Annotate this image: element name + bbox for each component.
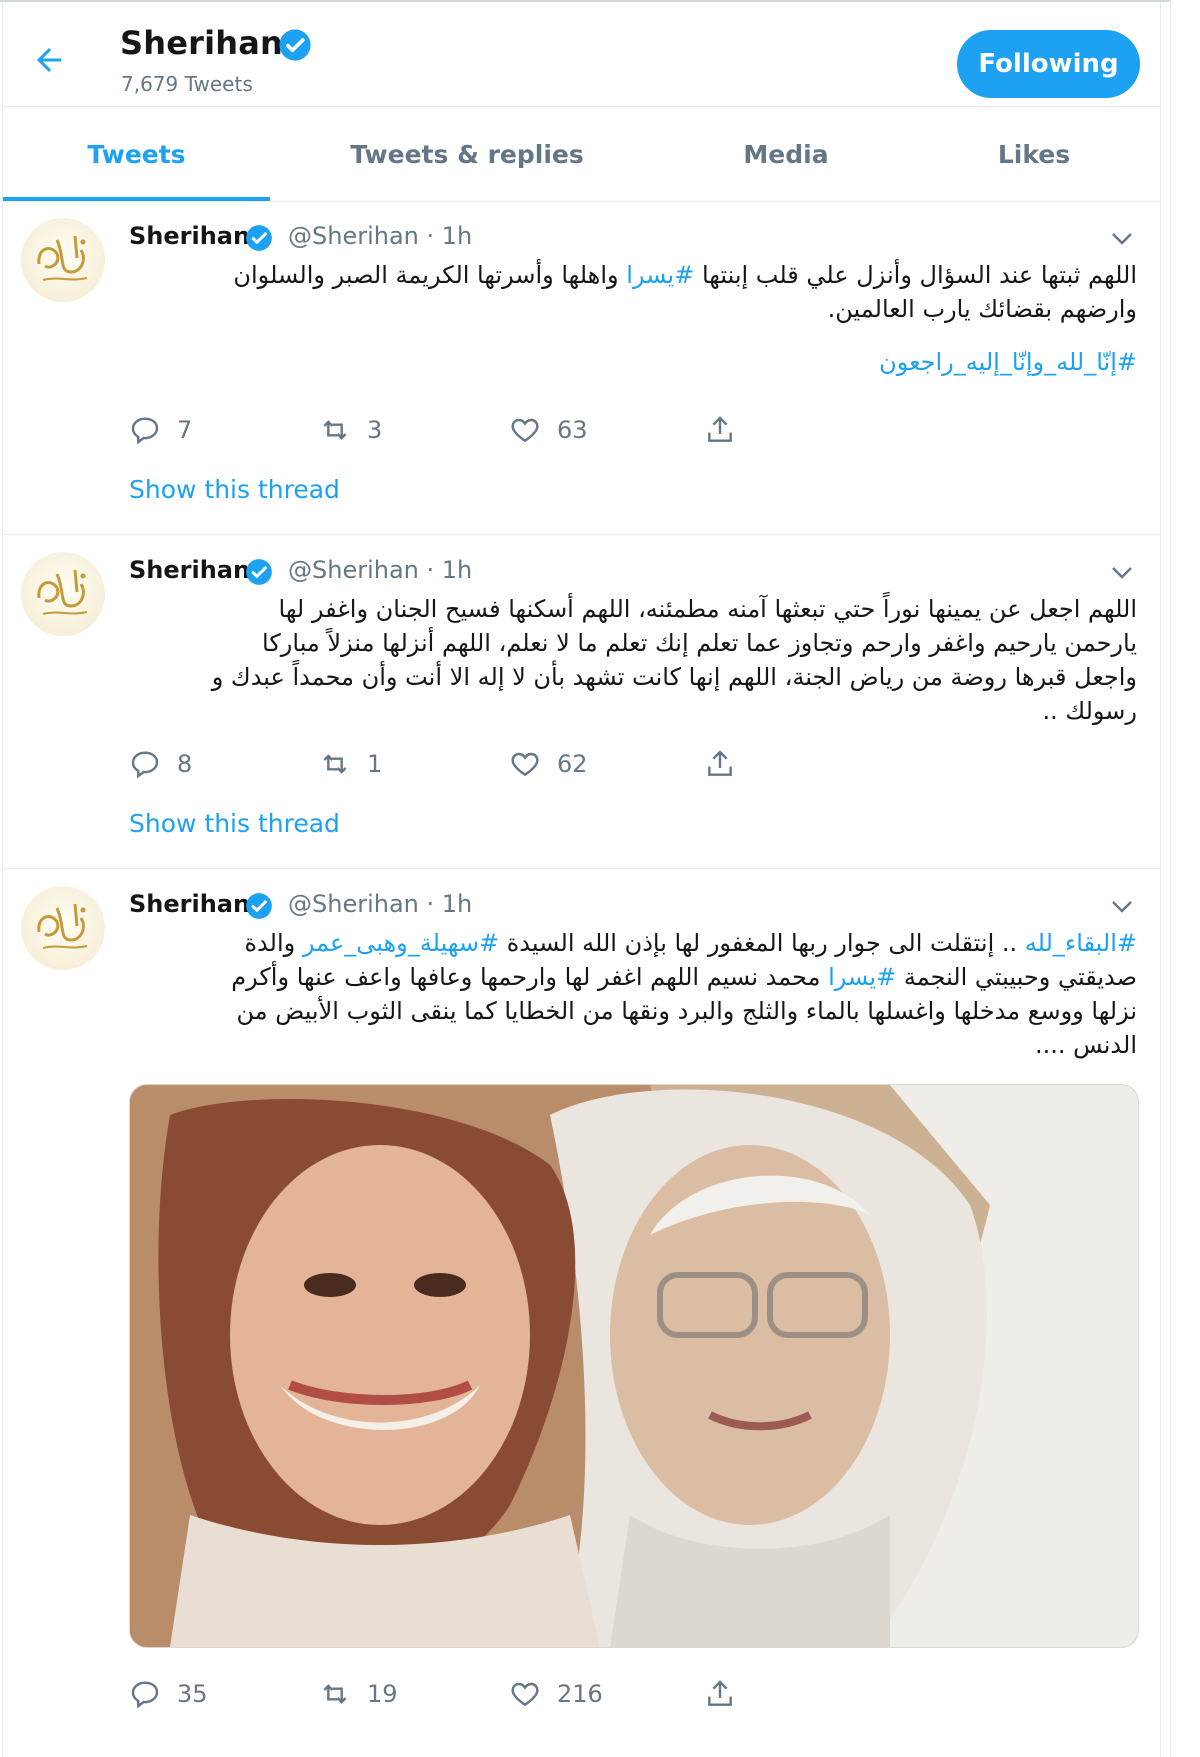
retweet-icon (323, 1684, 347, 1704)
verified-badge-icon (246, 559, 272, 585)
tweet-handle-time[interactable]: @Sherihan · 1h (288, 890, 472, 918)
tweet-actions: 35 19 216 (129, 1674, 779, 1714)
retweet-count: 3 (367, 416, 383, 444)
tab-media[interactable]: Media (664, 107, 908, 201)
tweet-text-line: يارحمن يارحيم واغفر وارحم وتجاوز عما تعل… (262, 629, 1137, 657)
tweet[interactable]: Sherihan @Sherihan · 1h اللهم اجعل عن يم… (3, 534, 1160, 869)
hashtag-link[interactable]: #سهيلة_وهبى_عمر (303, 929, 499, 957)
like-button[interactable]: 216 (509, 1674, 603, 1714)
tweet-text: #البقاء_لله .. إنتقلت الى جوار ربها المغ… (129, 926, 1137, 1062)
heart-icon (511, 418, 539, 443)
chevron-down-icon[interactable] (1111, 232, 1133, 246)
profile-header: Sherihan 7,679 Tweets Following (3, 2, 1160, 104)
retweet-count: 1 (367, 750, 383, 778)
reply-button[interactable]: 8 (129, 744, 192, 784)
tweet-author-name[interactable]: Sherihan (129, 890, 250, 918)
hashtag-link[interactable]: #يسرا (828, 963, 896, 991)
reply-button[interactable]: 7 (129, 410, 192, 450)
avatar[interactable] (21, 218, 105, 302)
back-arrow-icon[interactable] (31, 42, 67, 78)
reply-button[interactable]: 35 (129, 1674, 208, 1714)
profile-tabs: Tweets Tweets & replies Media Likes (3, 106, 1160, 202)
tweet-author-name[interactable]: Sherihan (129, 556, 250, 584)
like-button[interactable]: 63 (509, 410, 588, 450)
tweet-text-line: واجعل قبرها روضة من رياض الجنة، اللهم إن… (211, 663, 1137, 691)
tweet[interactable]: Sherihan @Sherihan · 1h اللهم ثبتها عند … (3, 200, 1160, 535)
retweet-count: 19 (367, 1680, 398, 1708)
avatar[interactable] (21, 886, 105, 970)
tab-likes[interactable]: Likes (908, 107, 1160, 201)
tweet-author-name[interactable]: Sherihan (129, 222, 250, 250)
heart-icon (511, 752, 539, 777)
tweet-actions: 7 3 63 (129, 410, 779, 450)
chevron-down-icon[interactable] (1111, 900, 1133, 914)
profile-timeline-column: Sherihan 7,679 Tweets Following Tweets T… (2, 2, 1161, 1757)
tweet-text-line: وارضهم بقضائك يارب العالمين. (827, 295, 1137, 323)
chevron-down-icon[interactable] (1111, 566, 1133, 580)
retweet-button[interactable]: 19 (319, 1674, 398, 1714)
share-button[interactable] (704, 1674, 752, 1714)
signature-logo-icon (37, 569, 88, 615)
following-button[interactable]: Following (957, 30, 1140, 98)
like-button[interactable]: 62 (509, 744, 588, 784)
tweet-text: اللهم اجعل عن يمينها نوراً حتي تبعثها آم… (129, 592, 1137, 728)
photo-image (130, 1085, 1138, 1647)
signature-logo-icon (37, 235, 88, 281)
verified-badge-icon (246, 225, 272, 251)
tweet-text-line: الدنس .... (1035, 1031, 1137, 1059)
tab-tweets[interactable]: Tweets (3, 107, 270, 201)
signature-logo-icon (37, 903, 88, 949)
share-icon (708, 750, 732, 776)
retweet-icon (323, 420, 347, 440)
tweet-handle-time[interactable]: @Sherihan · 1h (288, 222, 472, 250)
heart-icon (511, 1682, 539, 1707)
share-icon (708, 416, 732, 442)
reply-icon (131, 751, 159, 779)
profile-name: Sherihan (120, 24, 284, 62)
tweet-count: 7,679 Tweets (121, 72, 253, 96)
tweet-text-line: صديقتي وحبيبتي النجمة #يسرا محمد نسيم ال… (231, 963, 1137, 991)
tab-tweets-and-replies[interactable]: Tweets & replies (270, 107, 664, 201)
tweet-text: اللهم ثبتها عند السؤال وأنزل علي قلب إبن… (129, 258, 1137, 326)
hashtag-link[interactable]: #إنّا_لله_وإنّا_إليه_راجعون (129, 348, 1137, 376)
avatar[interactable] (21, 552, 105, 636)
verified-badge-icon (246, 893, 272, 919)
tweet-text-line: نزلها ووسع مدخلها واغسلها بالماء والثلج … (236, 997, 1137, 1025)
reply-count: 8 (177, 750, 193, 778)
tweet-text-line: اللهم ثبتها عند السؤال وأنزل علي قلب إبن… (233, 261, 1137, 289)
window-right-border (1170, 0, 1171, 1757)
show-thread-link[interactable]: Show this thread (129, 809, 340, 838)
tweet-text-line: رسولك .. (1042, 697, 1137, 725)
tweet[interactable]: Sherihan @Sherihan · 1h #البقاء_لله .. إ… (3, 868, 1160, 1757)
reply-count: 35 (177, 1680, 208, 1708)
retweet-icon (323, 754, 347, 774)
retweet-button[interactable]: 3 (319, 410, 382, 450)
reply-icon (131, 1681, 159, 1709)
tweet-handle-time[interactable]: @Sherihan · 1h (288, 556, 472, 584)
tweet-photo[interactable] (129, 1084, 1139, 1648)
share-icon (708, 1680, 732, 1706)
reply-count: 7 (177, 416, 193, 444)
share-button[interactable] (704, 410, 752, 450)
show-thread-link[interactable]: Show this thread (129, 475, 340, 504)
hashtag-link[interactable]: #البقاء_لله (1025, 929, 1137, 957)
hashtag-link[interactable]: #يسرا (626, 261, 694, 289)
like-count: 63 (557, 416, 588, 444)
like-count: 216 (557, 1680, 603, 1708)
like-count: 62 (557, 750, 588, 778)
retweet-button[interactable]: 1 (319, 744, 382, 784)
reply-icon (131, 417, 159, 445)
share-button[interactable] (704, 744, 752, 784)
tweet-actions: 8 1 62 (129, 744, 779, 784)
verified-badge-icon (279, 29, 311, 61)
tweet-text-line: #البقاء_لله .. إنتقلت الى جوار ربها المغ… (244, 929, 1137, 957)
tweet-text-line: اللهم اجعل عن يمينها نوراً حتي تبعثها آم… (278, 595, 1137, 623)
